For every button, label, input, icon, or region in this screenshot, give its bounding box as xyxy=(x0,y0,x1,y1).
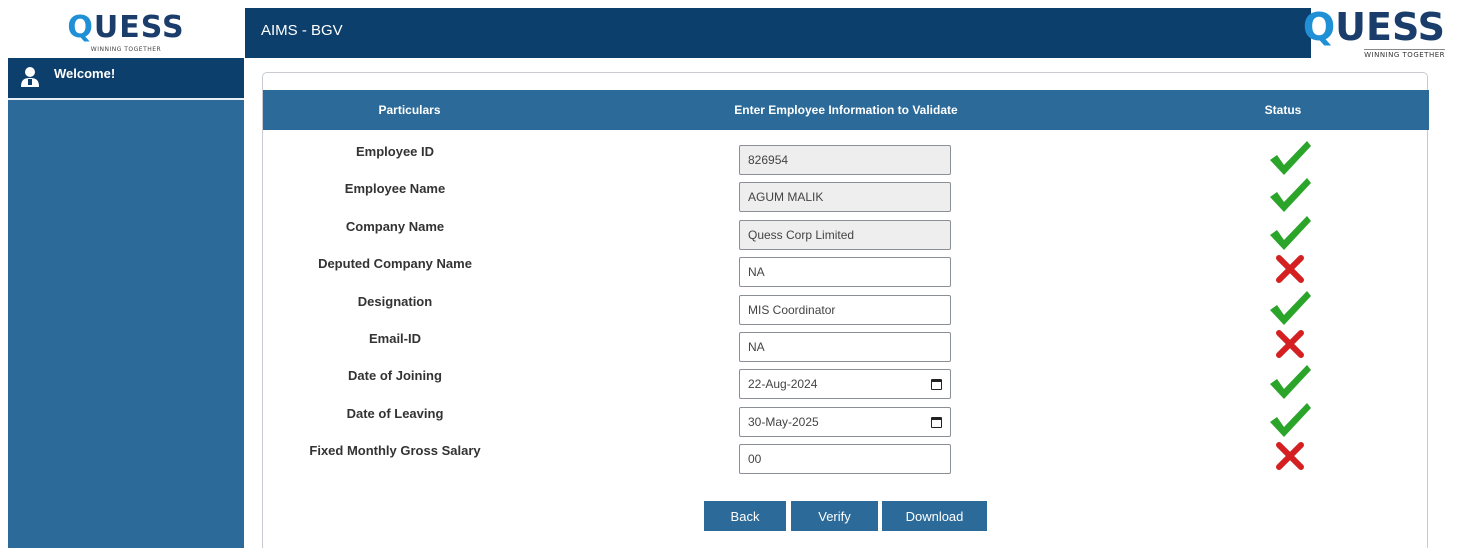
valid-check-icon xyxy=(1270,216,1311,250)
field-label: Company Name xyxy=(345,219,445,234)
field-label: Date of Leaving xyxy=(346,406,444,421)
verify-button[interactable]: Verify xyxy=(791,501,878,531)
field-label: Designation xyxy=(357,294,433,309)
calendar-icon[interactable] xyxy=(931,378,942,390)
download-button[interactable]: Download xyxy=(882,501,987,531)
field-label: Email-ID xyxy=(368,331,421,346)
header-particulars: Particulars xyxy=(378,103,441,117)
table-header: Particulars Enter Employee Information t… xyxy=(263,90,1429,130)
field-label: Deputed Company Name xyxy=(318,256,472,271)
app-root: QUESS WINNING TOGETHER AIMS - BGV QUESS … xyxy=(0,0,1459,548)
back-button[interactable]: Back xyxy=(704,501,786,531)
text-input[interactable]: Quess Corp Limited xyxy=(739,220,951,250)
logo-tagline: WINNING TOGETHER xyxy=(90,46,162,53)
input-value: Quess Corp Limited xyxy=(748,228,855,242)
input-value: MIS Coordinator xyxy=(748,303,836,317)
field-label: Date of Joining xyxy=(348,368,442,383)
input-value: NA xyxy=(748,340,765,354)
text-input[interactable]: 826954 xyxy=(739,145,951,175)
valid-check-icon xyxy=(1270,291,1311,325)
text-input[interactable]: NA xyxy=(739,332,951,362)
quess-logo-left: QUESS WINNING TOGETHER xyxy=(8,8,244,58)
sidebar: Welcome! xyxy=(8,58,244,548)
welcome-bar: Welcome! xyxy=(8,58,244,100)
field-label: Fixed Monthly Gross Salary xyxy=(309,443,481,458)
date-input[interactable]: 30-May-2025 xyxy=(739,407,951,437)
logo-word: QUESS xyxy=(67,10,185,45)
input-value: 22-Aug-2024 xyxy=(748,377,818,391)
input-value: 00 xyxy=(748,452,762,466)
app-title: AIMS - BGV xyxy=(261,22,343,39)
text-input[interactable]: MIS Coordinator xyxy=(739,295,951,325)
text-input[interactable]: 00 xyxy=(739,444,951,474)
valid-check-icon xyxy=(1270,403,1311,437)
invalid-cross-icon xyxy=(1276,255,1304,283)
valid-check-icon xyxy=(1270,141,1311,175)
input-value: AGUM MALIK xyxy=(748,190,824,204)
input-value: NA xyxy=(748,265,765,279)
welcome-text: Welcome! xyxy=(54,66,116,81)
text-input[interactable]: AGUM MALIK xyxy=(739,182,951,212)
top-header: AIMS - BGV QUESS WINNING TOGETHER xyxy=(245,8,1451,59)
text-input[interactable]: NA xyxy=(739,257,951,287)
logo-word: QUESS xyxy=(1302,4,1445,49)
logo-tagline: WINNING TOGETHER xyxy=(1364,48,1445,59)
field-label: Employee Name xyxy=(344,181,446,196)
header-status: Status xyxy=(1264,103,1302,117)
user-icon xyxy=(21,67,39,87)
valid-check-icon xyxy=(1270,178,1311,212)
bgv-form-panel: Particulars Enter Employee Information t… xyxy=(262,72,1429,548)
invalid-cross-icon xyxy=(1276,442,1304,470)
invalid-cross-icon xyxy=(1276,330,1304,358)
input-value: 30-May-2025 xyxy=(748,415,819,429)
input-value: 826954 xyxy=(748,153,789,167)
quess-logo-right: QUESS WINNING TOGETHER xyxy=(1303,8,1451,59)
field-label: Employee ID xyxy=(355,144,435,159)
header-enter-info: Enter Employee Information to Validate xyxy=(734,103,958,117)
calendar-icon[interactable] xyxy=(931,416,942,428)
valid-check-icon xyxy=(1270,365,1311,399)
date-input[interactable]: 22-Aug-2024 xyxy=(739,369,951,399)
